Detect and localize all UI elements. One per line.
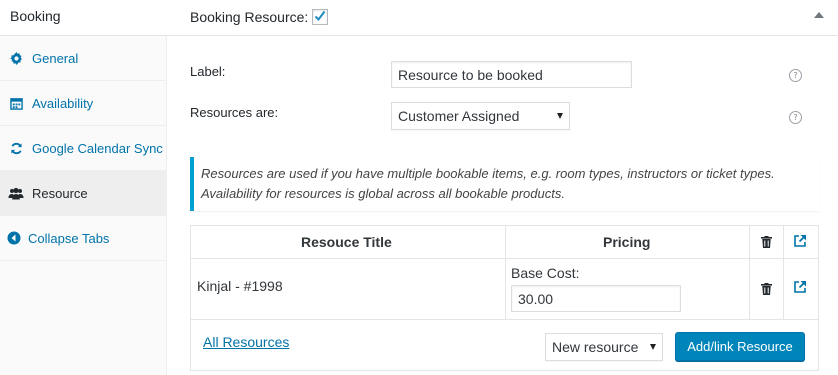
chevron-down-icon	[557, 113, 563, 119]
sidebar-item-label: Availability	[32, 95, 94, 111]
booking-resource-toggle: Booking Resource:	[190, 9, 329, 25]
external-link-icon[interactable]	[793, 280, 807, 299]
resources-notice: Resources are used if you have multiple …	[190, 157, 819, 211]
help-icon[interactable]: ?	[789, 69, 802, 82]
external-link-icon	[793, 234, 807, 253]
all-resources-link[interactable]: All Resources	[203, 334, 289, 350]
sidebar-item-availability[interactable]: Availability	[0, 81, 166, 126]
collapse-panel-arrow-icon[interactable]	[814, 12, 824, 18]
resources-are-label: Resources are:	[190, 105, 279, 120]
notice-line: Availability for resources is global acr…	[201, 186, 565, 201]
gear-icon	[8, 50, 24, 66]
header-bar: Booking Booking Resource:	[0, 0, 838, 36]
resources-table: Resouce Title Pricing Kinjal - #1998 Bas…	[190, 225, 819, 371]
sidebar-item-collapse-tabs[interactable]: Collapse Tabs	[0, 216, 166, 261]
sidebar-item-resource[interactable]: Resource	[0, 171, 166, 216]
column-divider	[783, 226, 784, 258]
help-icon[interactable]: ?	[789, 111, 802, 124]
new-resource-select[interactable]: New resource	[545, 333, 663, 361]
chevron-down-icon	[650, 344, 656, 350]
trash-icon	[761, 235, 772, 253]
new-resource-value: New resource	[552, 339, 639, 355]
sidebar-item-label: Collapse Tabs	[28, 230, 110, 246]
sidebar: General Availability Google Calendar Syn…	[0, 36, 167, 375]
base-cost-label: Base Cost:	[511, 265, 580, 281]
resource-title: Kinjal - #1998	[197, 278, 283, 294]
resource-panel: Label: Resource to be booked ? Resources…	[167, 36, 838, 375]
sidebar-item-general[interactable]: General	[0, 36, 166, 81]
resources-are-select[interactable]: Customer Assigned	[391, 102, 570, 130]
collapse-icon	[6, 230, 22, 246]
resources-are-value: Customer Assigned	[398, 108, 520, 124]
sync-icon	[8, 140, 24, 156]
users-icon	[8, 185, 24, 201]
column-header-pricing: Pricing	[603, 234, 651, 250]
column-divider	[783, 258, 784, 319]
label-field-label: Label:	[190, 64, 226, 79]
panel-title: Booking	[10, 8, 61, 24]
table-row: Kinjal - #1998 Base Cost: 30.00	[191, 258, 818, 320]
sidebar-item-label: Google Calendar Sync	[32, 140, 163, 156]
add-link-resource-button[interactable]: Add/link Resource	[675, 332, 805, 361]
booking-resource-checkbox[interactable]	[312, 9, 329, 25]
sidebar-item-google-calendar-sync[interactable]: Google Calendar Sync	[0, 126, 166, 171]
sidebar-item-label: Resource	[32, 185, 88, 201]
trash-icon[interactable]	[761, 282, 772, 300]
column-divider	[505, 258, 506, 319]
label-input[interactable]: Resource to be booked	[391, 61, 632, 88]
base-cost-input[interactable]: 30.00	[511, 285, 681, 312]
table-header-row: Resouce Title Pricing	[191, 226, 818, 259]
calendar-icon	[8, 95, 24, 111]
notice-line: Resources are used if you have multiple …	[201, 166, 775, 181]
booking-resource-label: Booking Resource:	[190, 9, 309, 25]
column-header-title: Resouce Title	[301, 234, 392, 250]
checkmark-icon	[315, 10, 326, 22]
column-divider	[505, 226, 506, 258]
sidebar-item-label: General	[32, 50, 79, 66]
column-divider	[749, 258, 750, 319]
column-divider	[749, 226, 750, 258]
